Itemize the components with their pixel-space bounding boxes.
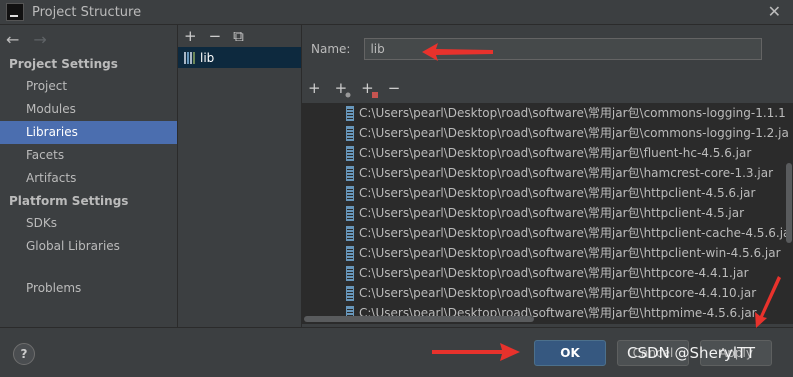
path-row[interactable]: C:\Users\pearl\Desktop\road\software\常用j… — [302, 143, 793, 163]
nav-item-artifacts[interactable]: Artifacts — [0, 167, 177, 190]
nav-item-modules[interactable]: Modules — [0, 98, 177, 121]
nav-item-global-libraries[interactable]: Global Libraries — [0, 235, 177, 258]
jar-icon — [346, 165, 354, 181]
path-text: C:\Users\pearl\Desktop\road\software\常用j… — [359, 166, 774, 180]
forward-arrow-icon[interactable]: → — [33, 30, 46, 49]
path-row[interactable]: C:\Users\pearl\Desktop\road\software\常用j… — [302, 163, 793, 183]
add-library-button[interactable]: + — [184, 28, 197, 44]
window-title: Project Structure — [32, 4, 142, 20]
close-button[interactable]: ✕ — [768, 2, 781, 21]
nav-item-facets[interactable]: Facets — [0, 144, 177, 167]
remove-library-button[interactable]: − — [209, 28, 222, 44]
path-row[interactable]: C:\Users\pearl\Desktop\road\software\常用j… — [302, 123, 793, 143]
library-toolbar: + − ⧉ — [178, 25, 301, 47]
path-text: C:\Users\pearl\Desktop\road\software\常用j… — [359, 246, 781, 260]
classes-path-list[interactable]: C:\Users\pearl\Desktop\road\software\常用j… — [302, 103, 793, 324]
dialog-footer: ? OK Cancel Apply CSDN @SherylTT — [0, 276, 793, 377]
remove-path-button[interactable]: − — [388, 81, 401, 96]
path-text: C:\Users\pearl\Desktop\road\software\常用j… — [359, 126, 789, 140]
nav-item-project[interactable]: Project — [0, 75, 177, 98]
path-text: C:\Users\pearl\Desktop\road\software\常用j… — [359, 186, 756, 200]
jar-icon — [346, 185, 354, 201]
settings-nav: ← → Project Settings Project Modules Lib… — [0, 25, 177, 327]
path-text: C:\Users\pearl\Desktop\road\software\常用j… — [359, 286, 757, 300]
platform-settings-header: Platform Settings — [9, 194, 129, 208]
path-text: C:\Users\pearl\Desktop\road\software\常用j… — [359, 106, 786, 120]
jar-icon — [346, 245, 354, 261]
project-settings-header: Project Settings — [9, 57, 118, 71]
path-text: C:\Users\pearl\Desktop\road\software\常用j… — [359, 266, 749, 280]
nav-item-libraries[interactable]: Libraries — [0, 121, 177, 144]
library-list-panel: + − ⧉ lib — [178, 25, 301, 327]
gear-icon — [345, 92, 351, 98]
jar-icon — [346, 225, 354, 241]
vertical-scrollbar[interactable] — [786, 163, 792, 243]
nav-arrows: ← → — [0, 25, 177, 53]
path-row[interactable]: C:\Users\pearl\Desktop\road\software\常用j… — [302, 243, 793, 263]
library-item[interactable]: lib — [178, 47, 301, 68]
jar-icon — [346, 265, 354, 281]
annotation-arrow-name — [422, 43, 493, 61]
add-path-button[interactable]: + — [308, 81, 321, 96]
attach-classes-button[interactable]: + — [335, 81, 351, 98]
help-button[interactable]: ? — [13, 343, 35, 365]
path-row[interactable]: C:\Users\pearl\Desktop\road\software\常用j… — [302, 103, 793, 123]
nav-item-sdks[interactable]: SDKs — [0, 212, 177, 235]
annotation-arrow-apply — [755, 276, 781, 328]
back-arrow-icon[interactable]: ← — [6, 30, 19, 49]
path-text: C:\Users\pearl\Desktop\road\software\常用j… — [359, 206, 745, 220]
jar-badge-icon — [371, 92, 378, 98]
classes-toolbar: + + + − — [308, 81, 401, 98]
jar-icon — [346, 125, 354, 141]
annotation-arrow-ok — [432, 343, 520, 361]
watermark: CSDN @SherylTT — [627, 344, 756, 362]
path-row[interactable]: C:\Users\pearl\Desktop\road\software\常用j… — [302, 223, 793, 243]
path-row[interactable]: C:\Users\pearl\Desktop\road\software\常用j… — [302, 283, 793, 303]
path-row[interactable]: C:\Users\pearl\Desktop\road\software\常用j… — [302, 203, 793, 223]
intellij-app-icon — [6, 3, 24, 21]
attach-jar-button[interactable]: + — [361, 81, 378, 98]
path-row[interactable]: C:\Users\pearl\Desktop\road\software\常用j… — [302, 263, 793, 283]
jar-icon — [346, 285, 354, 301]
jar-icon — [346, 105, 354, 121]
title-bar: Project Structure ✕ — [0, 0, 793, 25]
nav-item-problems[interactable]: Problems — [0, 277, 177, 300]
path-text: C:\Users\pearl\Desktop\road\software\常用j… — [359, 226, 791, 240]
library-item-label: lib — [200, 50, 215, 65]
library-icon — [184, 51, 195, 64]
jar-icon — [346, 145, 354, 161]
path-row[interactable]: C:\Users\pearl\Desktop\road\software\常用j… — [302, 183, 793, 203]
name-label: Name: — [311, 42, 351, 56]
path-text: C:\Users\pearl\Desktop\road\software\常用j… — [359, 146, 752, 160]
copy-library-button[interactable]: ⧉ — [233, 28, 244, 44]
name-row: Name: — [311, 38, 763, 60]
library-detail-panel: Name: + + + − C:\Users\pearl\Desktop\roa… — [302, 25, 793, 327]
ok-button[interactable]: OK — [534, 340, 606, 366]
jar-icon — [346, 205, 354, 221]
horizontal-scrollbar[interactable] — [304, 316, 534, 322]
